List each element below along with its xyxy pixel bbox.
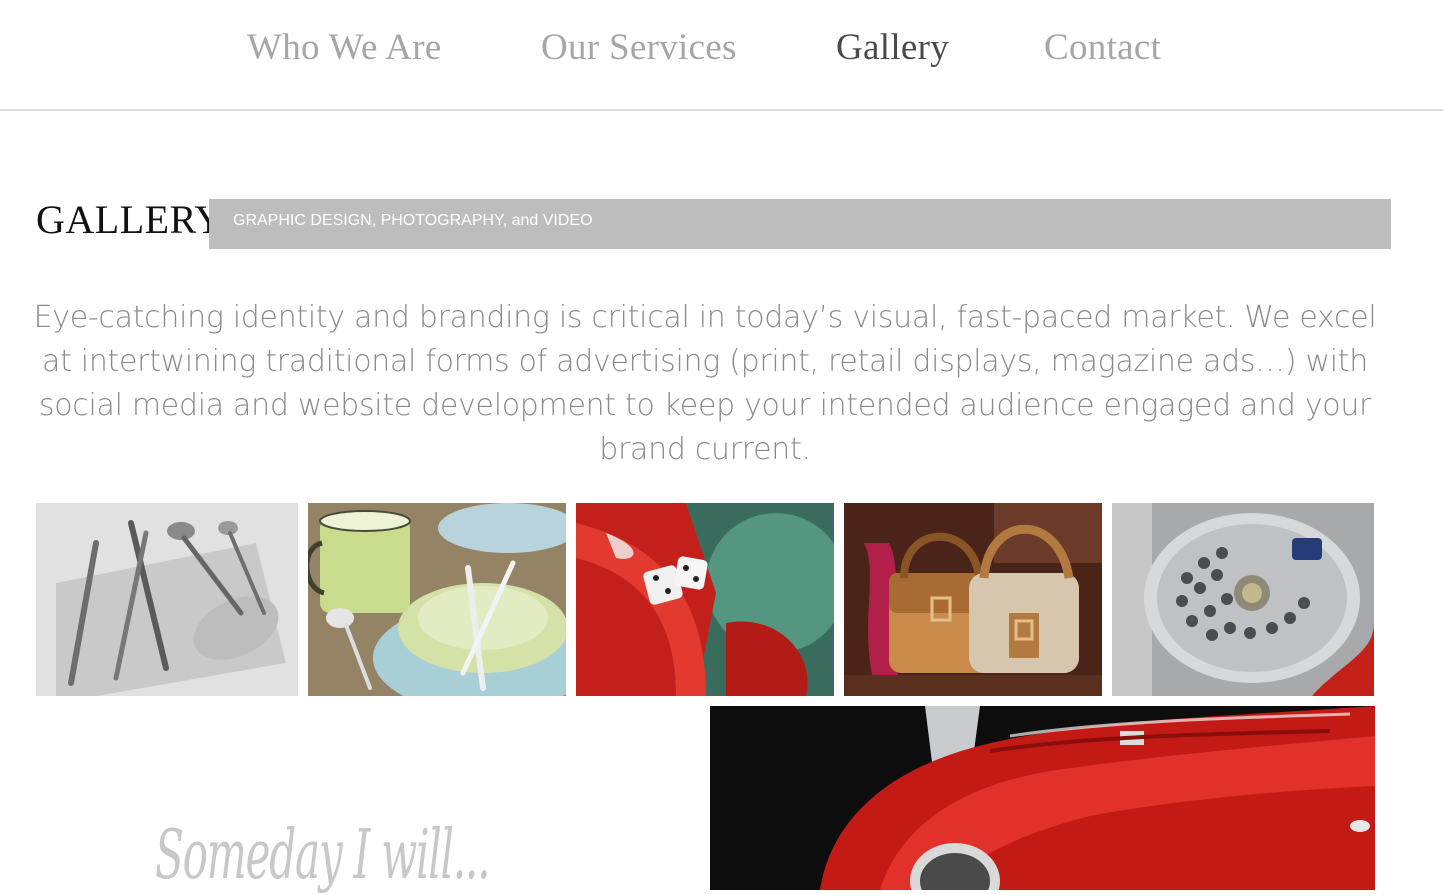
nav-our-services[interactable]: Our Services	[541, 26, 737, 69]
intro-paragraph: Eye-catching identity and branding is cr…	[33, 300, 1377, 467]
thumbnail-silverware[interactable]	[36, 503, 298, 696]
nav-gallery[interactable]: Gallery	[836, 26, 949, 69]
page-title: GALLERY	[36, 197, 224, 242]
subtitle-bar: GRAPHIC DESIGN, PHOTOGRAPHY, and VIDEO	[209, 199, 1391, 249]
thumbnail-dice[interactable]	[576, 503, 834, 696]
thumbnail-chrome[interactable]	[1112, 503, 1374, 696]
thumbnail-handbags[interactable]	[844, 503, 1102, 696]
hero-image-red-car[interactable]	[710, 706, 1375, 890]
handwriting-text: Someday I will...	[155, 816, 490, 895]
nav-contact[interactable]: Contact	[1044, 26, 1161, 69]
thumbnail-dinnerware[interactable]	[308, 503, 566, 696]
top-navigation: Who We Are Our Services Gallery Contact	[0, 0, 1443, 111]
subtitle-text: GRAPHIC DESIGN, PHOTOGRAPHY, and VIDEO	[233, 212, 593, 229]
nav-who-we-are[interactable]: Who We Are	[247, 26, 442, 69]
